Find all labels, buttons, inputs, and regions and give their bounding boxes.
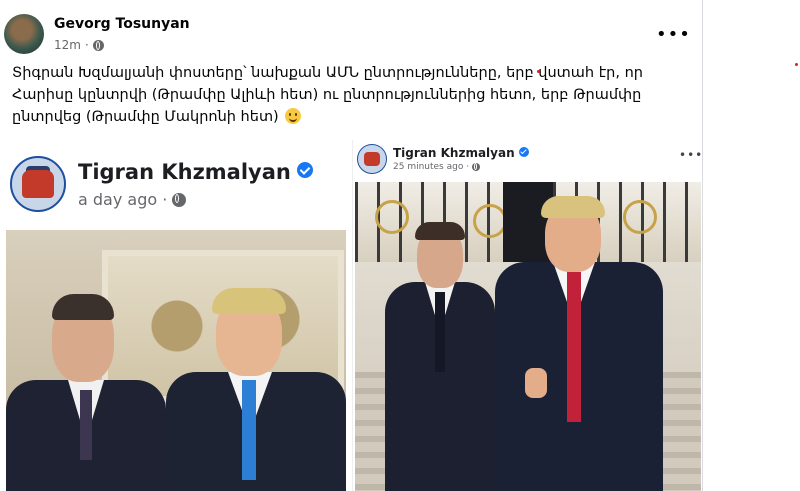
post-time[interactable]: 12m: [54, 38, 81, 52]
post-meta: 12m ·: [54, 38, 104, 52]
globe-icon: [172, 192, 187, 207]
post-text: Տիգրան Խզմալյանի փոստերը՝ նախքան ԱՄՆ ընտ…: [12, 62, 684, 128]
globe-icon: [472, 163, 481, 171]
embedded-post-time: 25 minutes ago ·: [393, 162, 481, 172]
embedded-author-avatar: [357, 144, 387, 174]
photo-macron-trump: [355, 182, 701, 491]
post-text-body: Տիգրան Խզմալյանի փոստերը՝ նախքան ԱՄՆ ընտ…: [12, 65, 643, 125]
photo-aliyev-trump: [6, 230, 346, 491]
embedded-author-name: Tigran Khzmalyan: [393, 146, 529, 160]
more-options-button[interactable]: •••: [656, 24, 691, 45]
embedded-author-avatar: [10, 156, 66, 212]
red-marker: [537, 70, 540, 73]
globe-icon: [92, 39, 104, 51]
thumbs-up-hand: [525, 368, 547, 398]
author-name[interactable]: Gevorg Tosunyan: [54, 16, 190, 32]
embedded-screenshot-right[interactable]: Tigran Khzmalyan 25 minutes ago · •••: [352, 140, 703, 491]
smiley-emoji-icon: [285, 108, 302, 124]
author-avatar[interactable]: [4, 14, 44, 54]
embedded-more-options-icon: •••: [679, 148, 703, 162]
embedded-author-name: Tigran Khzmalyan: [78, 160, 313, 184]
red-marker: [795, 63, 798, 66]
verified-badge-icon: [296, 162, 313, 178]
embedded-screenshot-left[interactable]: Tigran Khzmalyan a day ago ·: [0, 140, 346, 491]
verified-badge-icon: [518, 147, 529, 157]
embedded-post-time: a day ago ·: [78, 190, 187, 209]
facebook-post: Gevorg Tosunyan 12m · ••• Տիգրան Խզմալյա…: [0, 0, 703, 491]
